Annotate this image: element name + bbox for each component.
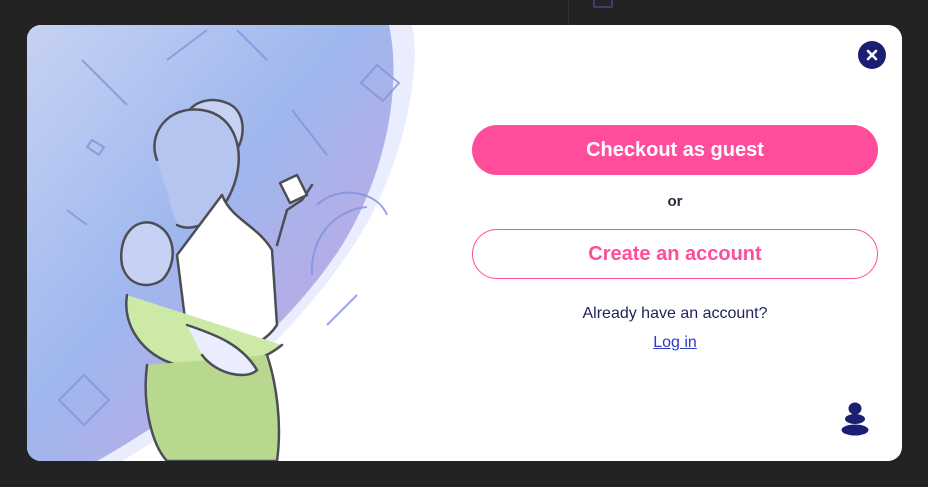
or-separator: or: [667, 193, 683, 210]
checkout-as-guest-button[interactable]: Checkout as guest: [472, 125, 878, 175]
auth-options-panel: Checkout as guest or Create an account A…: [472, 25, 878, 461]
login-link[interactable]: Log in: [472, 334, 878, 352]
mother-and-child-illustration: [27, 25, 415, 461]
already-have-account-text: Already have an account?: [582, 305, 768, 322]
background-nav-icon: [593, 0, 613, 8]
brand-logo-icon: [841, 402, 869, 436]
create-account-button[interactable]: Create an account: [472, 229, 878, 279]
background-page-nav: [568, 0, 928, 26]
checkout-modal: Checkout as guest or Create an account A…: [27, 25, 902, 461]
